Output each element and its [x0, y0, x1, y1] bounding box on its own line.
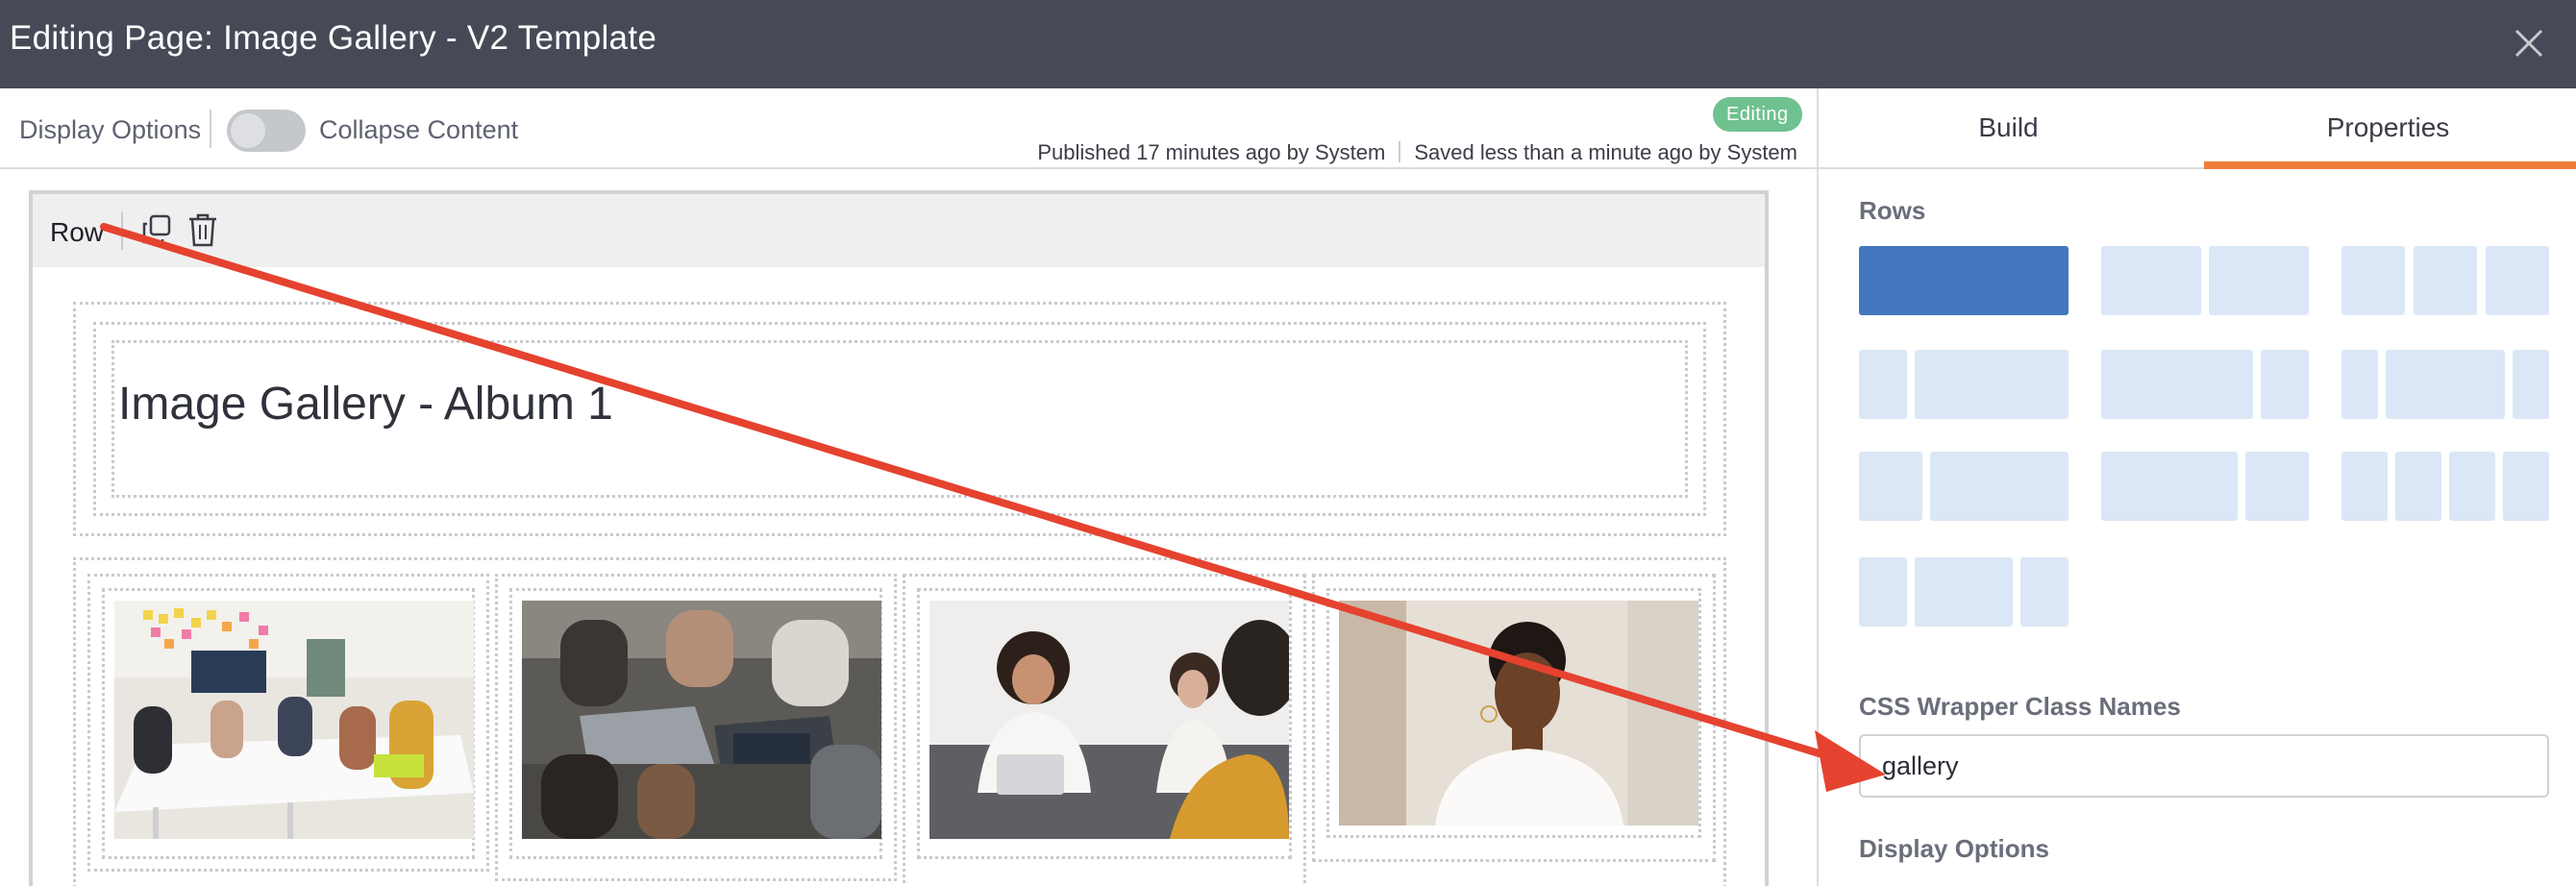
- toggle-knob: [231, 113, 265, 148]
- layout-block: [2101, 452, 2238, 521]
- row-layout-1-3[interactable]: [1859, 350, 2068, 419]
- layout-block: [1859, 246, 2068, 315]
- layout-block: [2513, 350, 2549, 419]
- heading-content[interactable]: Image Gallery - Album 1: [111, 340, 1688, 498]
- css-wrapper-label: CSS Wrapper Class Names: [1859, 692, 2181, 721]
- layout-block: [2386, 350, 2505, 419]
- gallery-column-1[interactable]: [87, 574, 489, 872]
- row-layout-1-2-1[interactable]: [2341, 350, 2549, 419]
- layout-block: [2020, 557, 2068, 627]
- row-layout-3-1[interactable]: [2101, 350, 2309, 419]
- css-wrapper-class-input[interactable]: gallery: [1859, 734, 2549, 798]
- saved-text: Saved less than a minute ago by System: [1414, 140, 1797, 164]
- published-text: Published 17 minutes ago by System: [1037, 140, 1386, 164]
- image-module-3: [917, 588, 1292, 859]
- layout-block: [2209, 246, 2309, 315]
- row-block[interactable]: Row Image Gallery - Album 1: [29, 190, 1769, 886]
- tab-build[interactable]: Build: [1819, 88, 2198, 167]
- layout-block: [2341, 452, 2388, 521]
- layout-block: [2449, 452, 2495, 521]
- image-module-1: [102, 588, 475, 859]
- gallery-column-2[interactable]: [495, 574, 897, 881]
- row-layout-1-2-1-small[interactable]: [1859, 557, 2068, 627]
- trash-icon[interactable]: [186, 211, 219, 248]
- row-layout-1-col[interactable]: [1859, 246, 2068, 315]
- layout-block: [2101, 350, 2253, 419]
- title-bar: Editing Page: Image Gallery - V2 Templat…: [0, 0, 2576, 88]
- row-layout-4-col[interactable]: [2341, 452, 2549, 521]
- layout-block: [1859, 452, 1922, 521]
- properties-panel: Build Properties Rows CSS Wrapper Class …: [1817, 88, 2576, 886]
- gallery-image-1[interactable]: [114, 601, 474, 839]
- row-layout-1-2[interactable]: [1859, 452, 2068, 521]
- layout-block: [2503, 452, 2549, 521]
- heading-module: Image Gallery - Album 1: [93, 322, 1706, 516]
- layout-block: [1915, 557, 2013, 627]
- gallery-image-3[interactable]: [929, 601, 1289, 839]
- layout-block: [2261, 350, 2309, 419]
- gallery-column-3[interactable]: [903, 574, 1306, 886]
- layout-block: [2101, 246, 2201, 315]
- gallery-column-4[interactable]: [1312, 574, 1716, 862]
- layout-block: [2341, 350, 2378, 419]
- image-module-4: [1326, 588, 1701, 838]
- layout-block: [2486, 246, 2549, 315]
- collapse-content-label: Collapse Content: [319, 115, 519, 144]
- layout-block: [2341, 246, 2405, 315]
- duplicate-icon[interactable]: [140, 213, 173, 246]
- editor-toolbar: Display Options Collapse Content Editing…: [0, 88, 1817, 169]
- row-layout-2-col[interactable]: [2101, 246, 2309, 315]
- image-module-2: [509, 588, 882, 859]
- layout-block: [1930, 452, 2068, 521]
- rows-section-label: Rows: [1859, 196, 1926, 225]
- status-divider: [1399, 141, 1401, 162]
- display-options-button[interactable]: Display Options: [19, 115, 201, 145]
- row-label[interactable]: Row: [50, 217, 104, 248]
- close-icon[interactable]: [2505, 19, 2553, 67]
- row-layout-3-col[interactable]: [2341, 246, 2549, 315]
- gallery-image-4[interactable]: [1339, 601, 1698, 825]
- window-title: Editing Page: Image Gallery - V2 Templat…: [10, 19, 657, 57]
- gallery-image-2[interactable]: [522, 601, 881, 839]
- gallery-row: [73, 557, 1726, 886]
- toolbar-divider: [210, 110, 211, 148]
- layout-block: [2395, 452, 2441, 521]
- active-tab-indicator: [2204, 161, 2576, 169]
- editing-status-badge: Editing: [1713, 97, 1802, 132]
- heading-column[interactable]: Image Gallery - Album 1: [73, 302, 1726, 536]
- layout-block: [2245, 452, 2309, 521]
- page-heading: Image Gallery - Album 1: [118, 379, 613, 430]
- publish-status: Published 17 minutes ago by System Saved …: [1037, 140, 1797, 165]
- layout-block: [2414, 246, 2477, 315]
- collapse-content-toggle[interactable]: [227, 110, 306, 152]
- display-options-label: Display Options: [1859, 834, 2049, 863]
- tab-properties[interactable]: Properties: [2198, 88, 2576, 167]
- row-header-divider: [121, 211, 123, 250]
- layout-block: [1859, 557, 1907, 627]
- layout-block: [1859, 350, 1907, 419]
- layout-block: [1915, 350, 2068, 419]
- row-header: Row: [33, 194, 1765, 267]
- row-layout-2-1[interactable]: [2101, 452, 2309, 521]
